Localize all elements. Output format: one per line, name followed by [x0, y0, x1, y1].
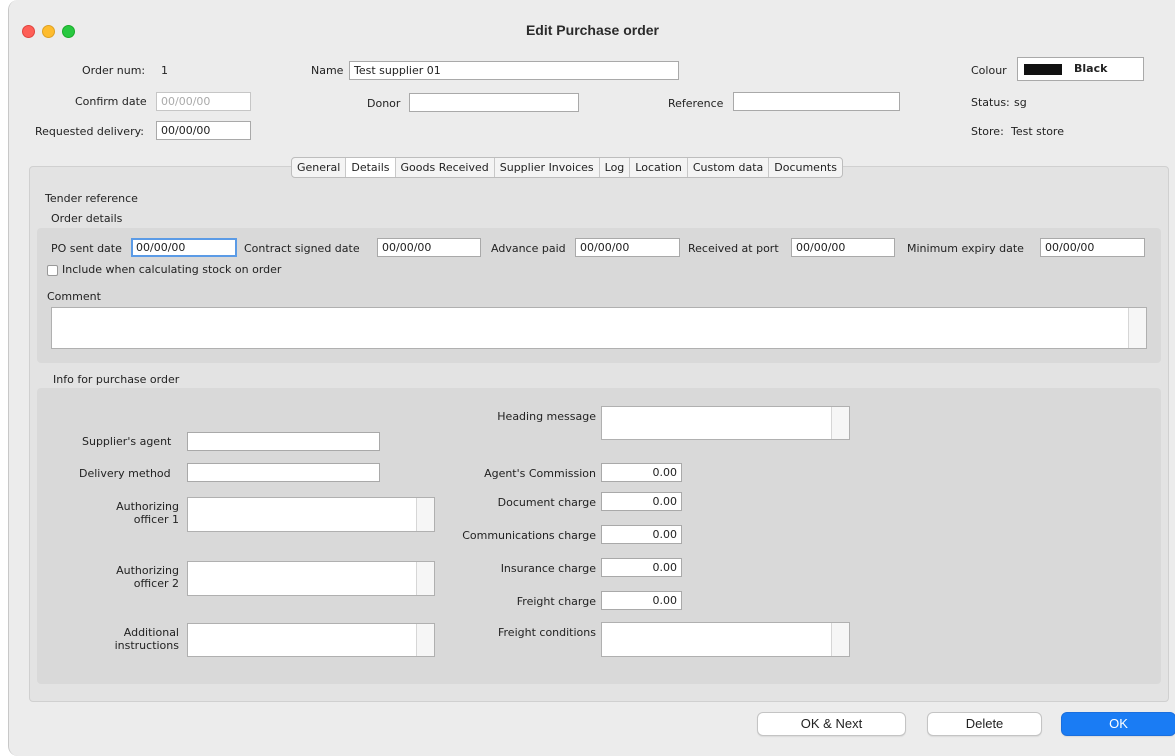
- info-for-purchase-order-label: Info for purchase order: [53, 373, 180, 386]
- additional-instructions-label-line2: instructions: [114, 639, 179, 652]
- reference-label: Reference: [668, 97, 724, 110]
- order-details-label: Order details: [51, 212, 123, 225]
- order-num-label: Order num:: [82, 64, 146, 77]
- additional-instructions-label-line1: Additional: [123, 626, 179, 639]
- heading-message-field[interactable]: [601, 406, 850, 440]
- confirm-date-label: Confirm date: [75, 95, 147, 108]
- authorizing-officer-2-label-line2: officer 2: [133, 577, 179, 590]
- donor-field[interactable]: [409, 93, 579, 112]
- minimum-expiry-date-label: Minimum expiry date: [907, 242, 1024, 255]
- ok-button[interactable]: OK: [1061, 712, 1175, 736]
- insurance-charge-field[interactable]: 0.00: [601, 558, 682, 577]
- donor-label: Donor: [367, 97, 401, 110]
- freight-conditions-label: Freight conditions: [498, 626, 596, 639]
- agents-commission-field[interactable]: 0.00: [601, 463, 682, 482]
- authorizing-officer-1-label-line1: Authorizing: [116, 500, 179, 513]
- authorizing-officer-2-label: Authorizing officer 2: [89, 564, 179, 590]
- order-num-value: 1: [161, 64, 168, 77]
- status-label: Status:: [971, 96, 1010, 109]
- tab-bar: General Details Goods Received Supplier …: [291, 157, 843, 178]
- freight-conditions-scrollbar[interactable]: [831, 623, 849, 656]
- name-field[interactable]: Test supplier 01: [349, 61, 679, 80]
- advance-paid-field[interactable]: 00/00/00: [575, 238, 680, 257]
- store-label: Store:: [971, 125, 1004, 138]
- status-value: sg: [1014, 96, 1027, 109]
- communications-charge-field[interactable]: 0.00: [601, 525, 682, 544]
- colour-swatch: [1024, 64, 1062, 75]
- requested-delivery-label: Requested delivery:: [35, 125, 145, 138]
- communications-charge-label: Communications charge: [462, 529, 596, 542]
- colour-picker[interactable]: Black: [1017, 57, 1144, 81]
- document-charge-field[interactable]: 0.00: [601, 492, 682, 511]
- heading-message-scrollbar[interactable]: [831, 407, 849, 439]
- tab-details[interactable]: Details: [346, 158, 396, 177]
- po-sent-date-field[interactable]: 00/00/00: [131, 238, 237, 257]
- authorizing-officer-2-label-line1: Authorizing: [116, 564, 179, 577]
- delivery-method-label: Delivery method: [79, 467, 171, 480]
- include-stock-label: Include when calculating stock on order: [62, 263, 282, 276]
- tab-location[interactable]: Location: [630, 158, 688, 177]
- received-at-port-field[interactable]: 00/00/00: [791, 238, 895, 257]
- advance-paid-label: Advance paid: [491, 242, 566, 255]
- delivery-method-field[interactable]: [187, 463, 380, 482]
- tab-supplier-invoices[interactable]: Supplier Invoices: [495, 158, 600, 177]
- delete-button[interactable]: Delete: [927, 712, 1042, 736]
- minimum-expiry-date-field[interactable]: 00/00/00: [1040, 238, 1145, 257]
- tab-documents[interactable]: Documents: [769, 158, 842, 177]
- authorizing-officer-1-field[interactable]: [187, 497, 435, 532]
- po-sent-date-label: PO sent date: [51, 242, 122, 255]
- window-title: Edit Purchase order: [525, 22, 660, 38]
- colour-name: Black: [1074, 62, 1108, 75]
- name-label: Name: [311, 64, 344, 77]
- contract-signed-date-field[interactable]: 00/00/00: [377, 238, 481, 257]
- title-bar: Edit Purchase order: [9, 0, 1175, 58]
- tab-custom-data[interactable]: Custom data: [688, 158, 770, 177]
- authorizing-officer-1-scrollbar[interactable]: [416, 498, 434, 531]
- tab-general[interactable]: General: [292, 158, 347, 177]
- additional-instructions-label: Additional instructions: [89, 626, 179, 652]
- authorizing-officer-2-field[interactable]: [187, 561, 435, 596]
- document-charge-label: Document charge: [497, 496, 596, 509]
- freight-conditions-field[interactable]: [601, 622, 850, 657]
- store-value: Test store: [1011, 125, 1064, 138]
- comment-label: Comment: [47, 290, 101, 303]
- ok-next-button[interactable]: OK & Next: [757, 712, 906, 736]
- freight-charge-label: Freight charge: [516, 595, 596, 608]
- received-at-port-label: Received at port: [688, 242, 779, 255]
- authorizing-officer-1-label-line2: officer 1: [133, 513, 179, 526]
- suppliers-agent-label: Supplier's agent: [82, 435, 172, 448]
- contract-signed-date-label: Contract signed date: [244, 242, 360, 255]
- colour-label: Colour: [971, 64, 1007, 77]
- include-stock-checkbox[interactable]: [47, 265, 58, 276]
- reference-field[interactable]: [733, 92, 900, 111]
- suppliers-agent-field[interactable]: [187, 432, 380, 451]
- additional-instructions-field[interactable]: [187, 623, 435, 657]
- additional-instructions-scrollbar[interactable]: [416, 624, 434, 656]
- heading-message-label: Heading message: [497, 410, 596, 423]
- authorizing-officer-2-scrollbar[interactable]: [416, 562, 434, 595]
- requested-delivery-field[interactable]: 00/00/00: [156, 121, 251, 140]
- confirm-date-field[interactable]: 00/00/00: [156, 92, 251, 111]
- comment-textarea[interactable]: [51, 307, 1147, 349]
- tender-reference-label: Tender reference: [45, 192, 138, 205]
- insurance-charge-label: Insurance charge: [500, 562, 596, 575]
- tab-log[interactable]: Log: [600, 158, 631, 177]
- authorizing-officer-1-label: Authorizing officer 1: [89, 500, 179, 526]
- comment-scrollbar[interactable]: [1128, 308, 1146, 348]
- agents-commission-label: Agent's Commission: [484, 467, 596, 480]
- edit-purchase-order-window: Edit Purchase order Order num: 1 Name Te…: [8, 0, 1175, 756]
- freight-charge-field[interactable]: 0.00: [601, 591, 682, 610]
- tab-goods-received[interactable]: Goods Received: [396, 158, 495, 177]
